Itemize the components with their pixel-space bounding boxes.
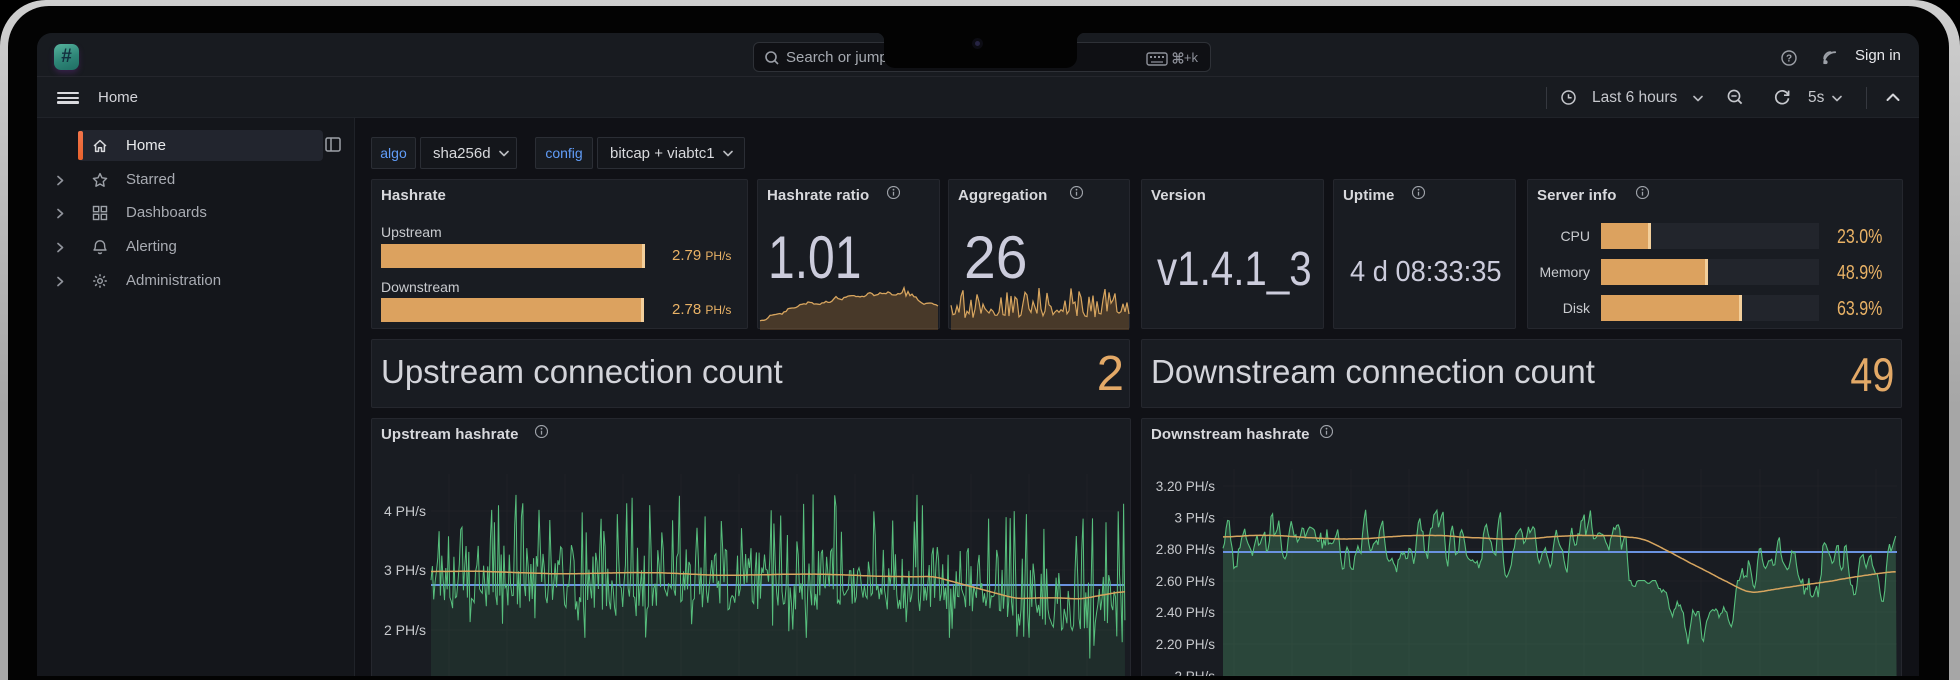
svg-text:4 PH/s: 4 PH/s — [384, 503, 426, 519]
svg-text:2.60 PH/s: 2.60 PH/s — [1156, 574, 1216, 589]
svg-text:3 PH/s: 3 PH/s — [384, 562, 426, 578]
svg-text:3 PH/s: 3 PH/s — [1174, 511, 1215, 526]
svg-text:2.20 PH/s: 2.20 PH/s — [1156, 637, 1216, 652]
svg-text:2 PH/s: 2 PH/s — [1174, 669, 1215, 676]
svg-text:3.20 PH/s: 3.20 PH/s — [1156, 479, 1216, 494]
svg-text:2.40 PH/s: 2.40 PH/s — [1156, 605, 1216, 620]
svg-text:2 PH/s: 2 PH/s — [384, 622, 426, 638]
svg-text:2.80 PH/s: 2.80 PH/s — [1156, 542, 1216, 557]
svg-text:?: ? — [1786, 54, 1792, 65]
